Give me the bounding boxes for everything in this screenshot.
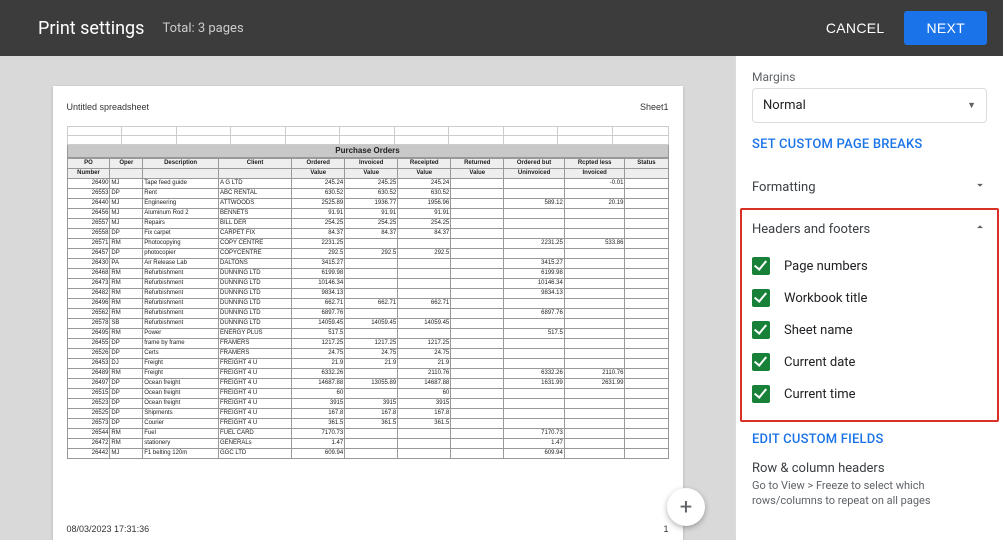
- plus-icon: +: [680, 495, 692, 520]
- table-row: 26455DPframe by frameFRAMERS1217.251217.…: [67, 339, 668, 349]
- spreadsheet-content: Purchase Orders POOperDescriptionClientO…: [67, 126, 669, 459]
- table-row: 26497DPOcean freightFREIGHT 4 U14687.881…: [67, 379, 668, 389]
- table-row: 26495RMPowerENERGY PLUS517.5517.5: [67, 329, 668, 339]
- footer-datetime: 08/03/2023 17:31:36: [67, 524, 150, 534]
- table-row: 26496RMRefurbishmentDUNNING LTD662.71662…: [67, 299, 668, 309]
- table-row: 26440MJEngineeringATTWOODS2525.891936.77…: [67, 199, 668, 209]
- table-row: 26442MJF1 belting 120mGGC LTD609.94609.9…: [67, 449, 668, 459]
- checkbox-sheet-name[interactable]: Sheet name: [752, 314, 987, 346]
- formatting-accordion[interactable]: Formatting: [752, 166, 987, 208]
- formatting-label: Formatting: [752, 180, 816, 195]
- checkbox-current-time[interactable]: Current time: [752, 378, 987, 410]
- check-icon: [752, 257, 770, 275]
- set-custom-page-breaks[interactable]: SET CUSTOM PAGE BREAKS: [752, 137, 987, 152]
- table-row: 26523DPOcean freightFREIGHT 4 U391539153…: [67, 399, 668, 409]
- check-icon: [752, 321, 770, 339]
- settings-panel: Margins Normal ▼ SET CUSTOM PAGE BREAKS …: [735, 56, 1003, 540]
- margins-label: Margins: [752, 70, 987, 84]
- check-icon: [752, 385, 770, 403]
- spreadsheet-title: Purchase Orders: [67, 145, 668, 158]
- table-row: 26571RMPhotocopyingCOPY CENTRE2231.25223…: [67, 239, 668, 249]
- headers-footers-accordion[interactable]: Headers and footers: [752, 216, 987, 250]
- table-row: 26457DPphotocopierCOPYCENTRE292.5292.529…: [67, 249, 668, 259]
- table-row: 26578SBRefurbishmentDUNNING LTD14059.451…: [67, 319, 668, 329]
- table-row: 26544RMFuelFUEL CARD7170.737170.73: [67, 429, 668, 439]
- add-page-break-button[interactable]: +: [667, 488, 705, 526]
- table-row: 26557MJRepairsBILL DER254.25254.25254.25: [67, 219, 668, 229]
- headers-footers-label: Headers and footers: [752, 222, 870, 237]
- edit-custom-fields[interactable]: EDIT CUSTOM FIELDS: [752, 432, 987, 447]
- footer-page-no: 1: [663, 524, 668, 534]
- table-row: 26562RMRefurbishmentDUNNING LTD6897.7668…: [67, 309, 668, 319]
- table-row: 26573DPCourierFREIGHT 4 U361.5361.5361.5: [67, 419, 668, 429]
- page-title: Print settings: [38, 18, 144, 39]
- workbook-title: Untitled spreadsheet: [67, 102, 150, 112]
- table-row: 26472RMstationeryGENERALs1.471.47: [67, 439, 668, 449]
- table-row: 26489RMFreightFREIGHT 4 U6332.262110.766…: [67, 369, 668, 379]
- check-icon: [752, 289, 770, 307]
- margins-select[interactable]: Normal ▼: [752, 88, 987, 123]
- headers-footers-section: Headers and footers Page numbers Workboo…: [740, 208, 999, 422]
- table-row: 26490MJTape feed guideA G LTD245.24245.2…: [67, 179, 668, 189]
- row-col-headers-hint: Go to View > Freeze to select which rows…: [752, 478, 987, 509]
- checkbox-page-numbers[interactable]: Page numbers: [752, 250, 987, 282]
- chevron-up-icon: [973, 220, 987, 238]
- table-row: 26553DPRentABC RENTAL630.52630.52630.52: [67, 189, 668, 199]
- table-row: 26526DPCertsFRAMERS24.7524.7524.75: [67, 349, 668, 359]
- sheet-name: Sheet1: [640, 102, 669, 112]
- row-col-headers-label: Row & column headers: [752, 461, 987, 476]
- topbar: Print settings Total: 3 pages CANCEL NEX…: [0, 0, 1003, 56]
- table-row: 26473RMRefurbishmentDUNNING LTD10146.341…: [67, 279, 668, 289]
- cancel-button[interactable]: CANCEL: [812, 12, 899, 44]
- table-row: 26482RMRefurbishmentDUNNING LTD9834.1398…: [67, 289, 668, 299]
- chevron-down-icon: ▼: [967, 100, 976, 111]
- print-preview: Untitled spreadsheet Sheet1 Purchase Ord…: [0, 56, 735, 540]
- table-row: 26456MJAluminum Rod 2BENNETS91.9191.9191…: [67, 209, 668, 219]
- chevron-down-icon: [973, 178, 987, 196]
- checkbox-current-date[interactable]: Current date: [752, 346, 987, 378]
- table-row: 26515DPOcean freightFREIGHT 4 U6060: [67, 389, 668, 399]
- next-button[interactable]: NEXT: [904, 11, 987, 45]
- table-row: 26430PAAir Release LabDALTONS3415.273415…: [67, 259, 668, 269]
- checkbox-workbook-title[interactable]: Workbook title: [752, 282, 987, 314]
- page-subtitle: Total: 3 pages: [162, 21, 243, 36]
- table-row: 26558DPFix carpetCARPET FIX84.3784.3784.…: [67, 229, 668, 239]
- page-preview: Untitled spreadsheet Sheet1 Purchase Ord…: [53, 86, 683, 540]
- table-row: 26453DJFreightFREIGHT 4 U21.921.921.9: [67, 359, 668, 369]
- check-icon: [752, 353, 770, 371]
- margins-value: Normal: [763, 98, 806, 113]
- table-row: 26468RMRefurbishmentDUNNING LTD6199.9861…: [67, 269, 668, 279]
- table-row: 26525DPShipmentsFREIGHT 4 U167.8167.8167…: [67, 409, 668, 419]
